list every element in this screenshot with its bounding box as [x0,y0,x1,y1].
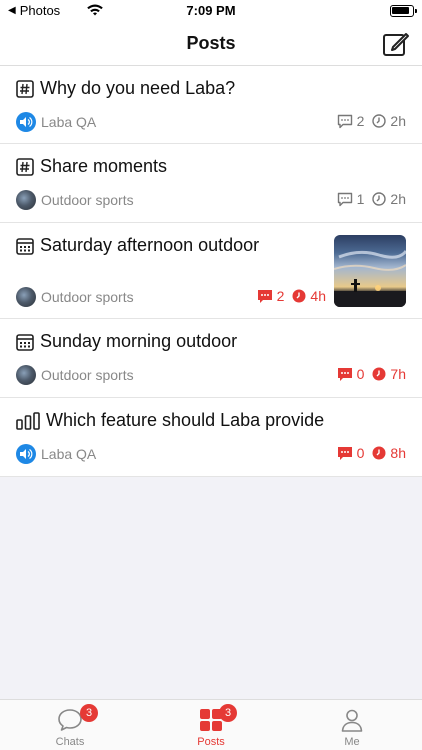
comment-count: 1 [356,191,365,207]
comment-icon [337,192,352,206]
tab-chats[interactable]: 3 Chats [0,700,140,750]
comment-icon [337,114,352,128]
photo-avatar [16,190,36,210]
page-title: Posts [186,33,236,53]
post-list: Why do you need Laba? Laba QA 2 2h Share… [0,66,422,477]
comment-icon [337,446,352,460]
comment-count: 2 [356,113,365,129]
post-stats: 2 2h [337,113,406,129]
post-stats: 1 2h [337,191,406,207]
speaker-avatar [16,444,36,464]
clock-icon [372,114,387,128]
post-item[interactable]: Saturday afternoon outdoor Outdoor sport… [0,223,422,319]
post-author: Outdoor sports [41,367,134,383]
clock-icon [292,289,306,303]
post-stats: 2 4h [257,288,326,304]
comment-count: 0 [356,366,365,382]
post-time: 4h [310,288,326,304]
nav-bar: Posts [0,22,422,66]
tab-bar: 3 Chats 3 Posts Me [0,699,422,750]
post-author: Outdoor sports [41,289,134,305]
tab-label: Posts [197,736,225,748]
post-item[interactable]: Share moments Outdoor sports 1 2h [0,144,422,223]
tab-label: Me [344,736,360,748]
post-title: Share moments [40,156,168,176]
battery-icon [390,5,417,17]
unread-badge: 3 [80,704,98,722]
tab-label: Chats [55,736,85,748]
post-title: Why do you need Laba? [40,78,236,98]
compose-icon[interactable] [382,30,410,58]
comment-icon [257,289,272,303]
comment-count: 2 [276,288,285,304]
hashtag-icon [16,157,34,176]
calendar-icon [16,333,34,351]
post-time: 7h [390,366,406,382]
post-image[interactable] [334,235,406,307]
hashtag-icon [16,79,34,98]
calendar-icon [16,237,34,255]
speaker-avatar [16,112,36,132]
post-author: Laba QA [41,446,97,462]
post-author: Outdoor sports [41,192,134,208]
unread-badge: 3 [219,704,237,722]
post-item[interactable]: Sunday morning outdoor Outdoor sports 0 … [0,319,422,398]
comment-count: 0 [356,445,365,461]
photo-avatar [16,287,36,307]
post-time: 8h [390,445,406,461]
post-time: 2h [390,191,406,207]
post-title: Saturday afternoon outdoor [40,235,260,255]
post-item[interactable]: Which feature should Laba provide Laba Q… [0,398,422,477]
comment-icon [337,367,352,381]
post-title: Which feature should Laba provide [46,410,325,430]
post-author: Laba QA [41,114,97,130]
tab-posts[interactable]: 3 Posts [141,700,281,750]
clock-icon [372,192,387,206]
post-item[interactable]: Why do you need Laba? Laba QA 2 2h [0,66,422,144]
post-stats: 0 8h [337,445,406,461]
tab-me[interactable]: Me [282,700,422,750]
person-icon [341,709,363,732]
photo-avatar [16,365,36,385]
post-title: Sunday morning outdoor [40,331,238,351]
post-stats: 0 7h [337,366,406,382]
poll-icon [16,411,40,430]
status-bar: ◀ Photos 7:09 PM [0,0,422,22]
post-time: 2h [390,113,406,129]
status-time: 7:09 PM [186,3,236,18]
clock-icon [372,446,386,460]
clock-icon [372,367,386,381]
